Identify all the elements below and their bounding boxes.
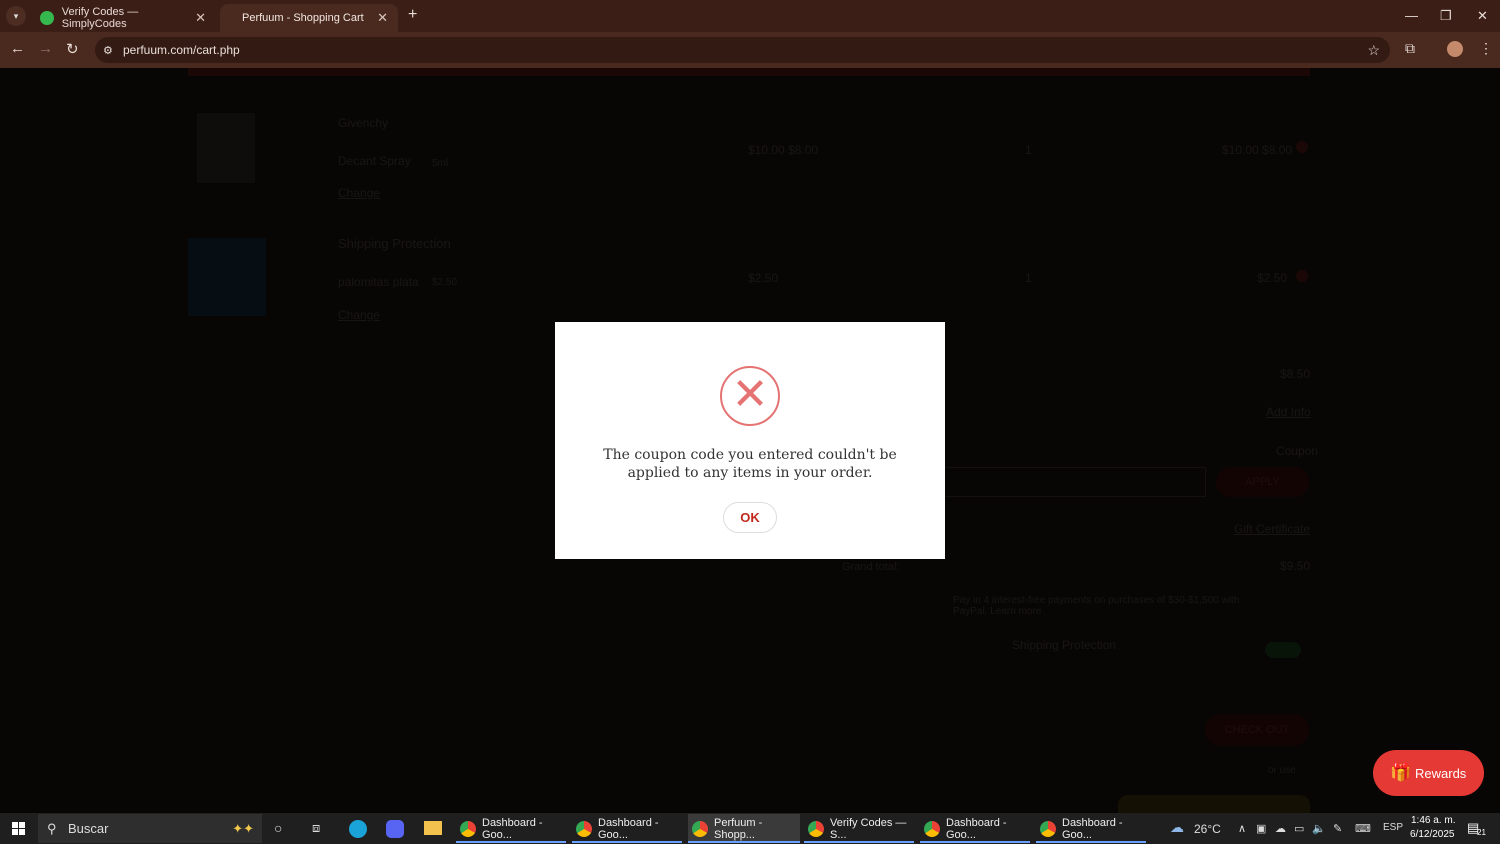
reload-icon[interactable]: ↻: [66, 40, 79, 58]
ok-button[interactable]: OK: [723, 502, 777, 533]
task-view-icon[interactable]: ⧈: [312, 820, 320, 836]
clock-time[interactable]: 1:46 a. m.: [1411, 815, 1455, 826]
browser-menu-icon[interactable]: ⋮: [1479, 40, 1493, 57]
tab-label: Perfuum - Shopping Cart: [242, 12, 364, 24]
copilot-sparkle-icon: ✦✦: [232, 821, 254, 836]
tab-label: Verify Codes — SimplyCodes: [61, 6, 139, 30]
edge-icon[interactable]: [349, 820, 367, 838]
keyboard-icon[interactable]: ⌨: [1355, 822, 1371, 835]
new-tab-icon[interactable]: +: [408, 6, 417, 24]
pen-icon[interactable]: ✎: [1333, 822, 1342, 835]
taskbar-app-dashboard[interactable]: Dashboard - Goo...: [456, 814, 566, 843]
weather-icon[interactable]: ☁: [1170, 819, 1184, 836]
site-info-icon[interactable]: ⚙: [103, 44, 113, 57]
taskbar-app-dashboard[interactable]: Dashboard - Goo...: [1036, 814, 1146, 843]
chrome-icon: [460, 821, 476, 837]
volume-icon[interactable]: 🔈: [1312, 822, 1326, 835]
discord-icon[interactable]: [386, 820, 404, 838]
notification-count: 21: [1477, 828, 1486, 837]
simplycodes-icon: [40, 11, 54, 25]
taskbar-search[interactable]: ⚲ Buscar ✦✦: [38, 814, 262, 843]
taskbar-app-label: Dashboard - Goo...: [946, 816, 1007, 841]
clock-date[interactable]: 6/12/2025: [1410, 829, 1455, 840]
chrome-icon: [1040, 821, 1056, 837]
taskbar-app-dashboard[interactable]: Dashboard - Goo...: [572, 814, 682, 843]
file-explorer-icon[interactable]: [424, 821, 442, 835]
bookmark-star-icon[interactable]: ☆: [1367, 42, 1380, 59]
avatar[interactable]: [1447, 41, 1463, 57]
error-x-icon: ✕: [720, 366, 780, 426]
restore-icon[interactable]: ❐: [1440, 8, 1452, 24]
search-icon: ⚲: [47, 821, 57, 836]
tray-onedrive-icon[interactable]: ☁: [1275, 822, 1286, 835]
address-bar[interactable]: ⚙ perfuum.com/cart.php ☆: [95, 37, 1390, 63]
taskbar-app-label: Dashboard - Goo...: [482, 816, 543, 841]
tab-verify-codes[interactable]: Verify Codes — SimplyCodes ✕: [28, 4, 216, 32]
taskbar-app-label: Dashboard - Goo...: [598, 816, 659, 841]
close-window-icon[interactable]: ✕: [1477, 8, 1488, 24]
taskbar-app-label: Dashboard - Goo...: [1062, 816, 1123, 841]
close-tab-icon[interactable]: ✕: [377, 10, 388, 26]
minimize-icon[interactable]: —: [1405, 8, 1418, 23]
rewards-button[interactable]: 🎁 Rewards: [1373, 750, 1484, 796]
language-indicator[interactable]: ESP: [1383, 822, 1403, 833]
weather-temp[interactable]: 26°C: [1194, 822, 1221, 836]
taskbar-app-perfuum[interactable]: Perfuum - Shopp...: [688, 814, 800, 843]
back-icon[interactable]: ←: [10, 40, 25, 57]
taskbar-app-label: Verify Codes — S...: [830, 816, 907, 841]
taskbar-app-dashboard[interactable]: Dashboard - Goo...: [920, 814, 1030, 843]
chrome-icon: [924, 821, 940, 837]
windows-taskbar: ⚲ Buscar ✦✦ ○ ⧈ Dashboard - Goo... Dashb…: [0, 813, 1500, 844]
tab-perfuum-cart[interactable]: Perfuum - Shopping Cart ✕: [220, 4, 398, 32]
rewards-label: Rewards: [1415, 765, 1467, 781]
close-tab-icon[interactable]: ✕: [195, 10, 206, 26]
taskbar-app-label: Perfuum - Shopp...: [714, 816, 763, 841]
tray-overflow-icon[interactable]: ∧: [1238, 822, 1246, 835]
cortana-icon[interactable]: ○: [274, 820, 282, 836]
tray-app-icon[interactable]: ▣: [1256, 822, 1266, 835]
chrome-icon: [808, 821, 824, 837]
forward-icon[interactable]: →: [38, 40, 53, 57]
gift-icon: 🎁: [1390, 763, 1412, 782]
browser-tab-strip: ▾ Verify Codes — SimplyCodes ✕ Perfuum -…: [0, 0, 1500, 32]
tab-list-icon[interactable]: ▾: [6, 6, 26, 26]
error-dialog: ✕ The coupon code you entered couldn't b…: [555, 322, 945, 559]
taskbar-app-verify-codes[interactable]: Verify Codes — S...: [804, 814, 914, 843]
url-text: perfuum.com/cart.php: [123, 43, 240, 57]
windows-start-icon[interactable]: [12, 822, 25, 835]
chrome-icon: [576, 821, 592, 837]
search-label: Buscar: [68, 821, 109, 836]
network-icon[interactable]: ▭: [1294, 822, 1304, 835]
error-message: The coupon code you entered couldn't be …: [603, 447, 897, 481]
chrome-icon: [692, 821, 708, 837]
extensions-icon[interactable]: ⧉: [1405, 40, 1415, 57]
